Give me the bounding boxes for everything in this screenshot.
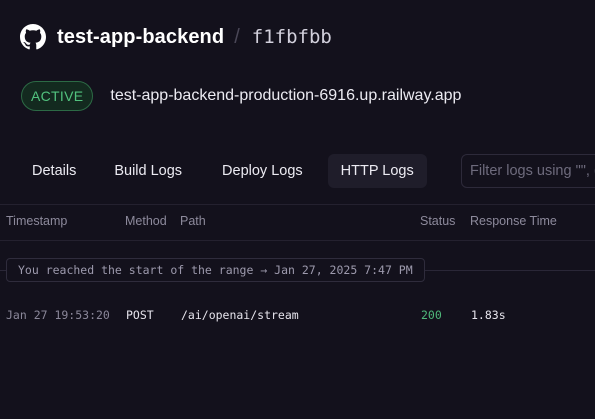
column-header-path: Path: [180, 214, 206, 228]
row-timestamp: Jan 27 19:53:20: [6, 308, 110, 322]
deployment-domain-link[interactable]: test-app-backend-production-6916.up.rail…: [110, 87, 461, 105]
log-tabs: Details Build Logs Deploy Logs HTTP Logs: [19, 154, 427, 188]
row-status: 200: [421, 308, 442, 322]
commit-hash[interactable]: f1fbfbb: [252, 26, 332, 48]
row-response-time: 1.83s: [471, 308, 506, 322]
divider: [0, 240, 595, 241]
repo-name[interactable]: test-app-backend: [57, 26, 224, 49]
row-path: /ai/openai/stream: [181, 308, 299, 322]
status-badge: ACTIVE: [21, 81, 94, 111]
table-row[interactable]: Jan 27 19:53:20 POST /ai/openai/stream 2…: [0, 306, 595, 324]
service-header: test-app-backend / f1fbfbb: [20, 22, 332, 52]
tab-http-logs[interactable]: HTTP Logs: [327, 154, 427, 188]
tab-deploy-logs[interactable]: Deploy Logs: [209, 154, 316, 188]
column-header-status: Status: [420, 214, 456, 228]
column-header-response-time: Response Time: [470, 214, 557, 228]
breadcrumb-separator: /: [234, 25, 240, 48]
divider: [0, 204, 595, 205]
tab-build-logs[interactable]: Build Logs: [101, 154, 195, 188]
column-header-timestamp: Timestamp: [6, 214, 68, 228]
github-icon[interactable]: [20, 24, 46, 50]
range-start-notice: You reached the start of the range → Jan…: [6, 258, 425, 282]
deployment-status-row: ACTIVE test-app-backend-production-6916.…: [21, 81, 461, 111]
tab-details[interactable]: Details: [19, 154, 89, 188]
filter-logs-input[interactable]: [461, 154, 595, 188]
column-header-method: Method: [125, 214, 167, 228]
row-method: POST: [126, 308, 154, 322]
